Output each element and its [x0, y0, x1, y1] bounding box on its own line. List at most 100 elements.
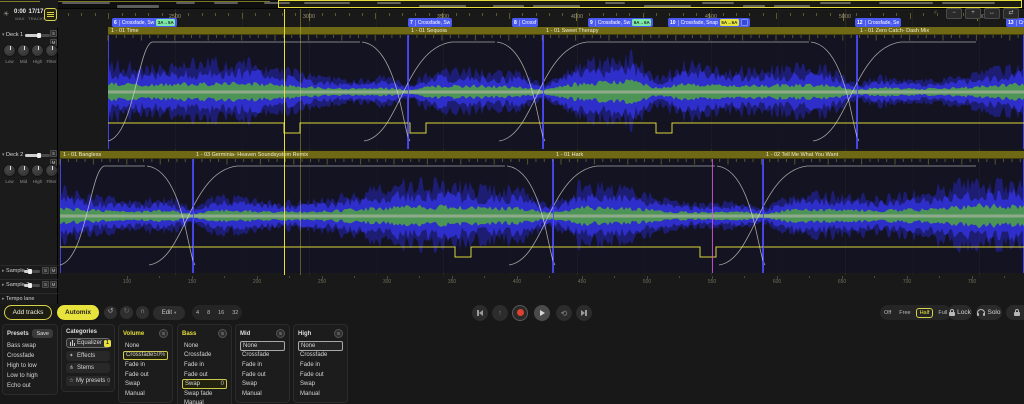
timeline[interactable]: 2500300035004000450050005500100150200250…: [58, 0, 1024, 300]
deck-header[interactable]: ▾ Deck 2: [2, 152, 23, 158]
preset-item[interactable]: Low to high: [7, 371, 53, 381]
transition-option[interactable]: Manual: [298, 389, 343, 399]
loop-button[interactable]: ⟲: [556, 305, 572, 321]
category-item[interactable]: Equalizer 1: [66, 338, 111, 348]
audio-clip[interactable]: [60, 151, 193, 273]
transition-option[interactable]: Swap 0: [182, 379, 227, 389]
transition-marker[interactable]: 13Crossfade, Sw: [1006, 18, 1024, 27]
transition-option[interactable]: Crossfade 50%: [123, 350, 168, 361]
sample-volume-slider[interactable]: [24, 283, 40, 288]
band-solo-button[interactable]: S: [334, 329, 343, 338]
minimap-viewport[interactable]: [278, 0, 1022, 8]
skip-back-button[interactable]: [472, 305, 488, 321]
transition-option[interactable]: Fade in: [298, 360, 343, 370]
transition-option[interactable]: Swap: [123, 379, 168, 389]
clip-title[interactable]: 1 - 01 Hark: [553, 151, 763, 159]
preset-item[interactable]: Echo out: [7, 381, 53, 391]
transition-marker[interactable]: 10 Crossfade, Snap 5A→6A: [668, 18, 750, 27]
category-item[interactable]: ⋔ Stems: [66, 363, 110, 373]
tempo-mode-selector[interactable]: Off Free Half Full: [880, 305, 952, 320]
deck-solo-button[interactable]: S: [50, 30, 57, 37]
tracklist-button[interactable]: [44, 8, 57, 21]
sample-mute-button[interactable]: M: [50, 267, 57, 274]
transition-marker[interactable]: 7 Crossfade, Sw: [408, 18, 453, 27]
lock-button[interactable]: Lock: [948, 305, 972, 320]
audio-clip[interactable]: [553, 151, 763, 273]
play-button[interactable]: [534, 305, 550, 321]
audio-clip[interactable]: [193, 151, 553, 273]
zoom-in-button[interactable]: +: [965, 8, 981, 19]
zoom-out-button[interactable]: −: [946, 8, 962, 19]
transition-option[interactable]: Crossfade: [240, 351, 285, 361]
sample-mute-button[interactable]: M: [50, 281, 57, 288]
add-tracks-button[interactable]: Add tracks: [4, 305, 52, 320]
tempo-mode-option[interactable]: Free: [895, 310, 914, 316]
transition-marker[interactable]: 6 Crossfade, Sw 3A→5A: [112, 18, 178, 27]
clip-title[interactable]: 1 - 02 Tell Me What You Want: [763, 151, 1024, 159]
tempo-mode-option[interactable]: Off: [880, 310, 895, 316]
audio-clip[interactable]: [763, 151, 1024, 273]
transition-option[interactable]: None: [240, 341, 285, 351]
sample-solo-button[interactable]: S: [42, 267, 49, 274]
transition-option[interactable]: Swap fade: [182, 389, 227, 399]
record-button[interactable]: [512, 304, 528, 321]
snap-magnet-button[interactable]: ∩: [136, 306, 149, 319]
audio-clip[interactable]: [108, 27, 408, 149]
knob-low[interactable]: [3, 164, 16, 177]
transition-option[interactable]: None: [298, 341, 343, 351]
knob-mid[interactable]: [17, 164, 30, 177]
jump-to-playhead-button[interactable]: ↑: [492, 305, 508, 321]
band-solo-button[interactable]: S: [218, 329, 227, 338]
sample-volume-slider[interactable]: [24, 269, 40, 274]
zoom-fit-button[interactable]: ↔: [984, 8, 1000, 19]
transition-option[interactable]: Crossfade: [298, 351, 343, 361]
clip-title[interactable]: 1 - 01 Time: [108, 27, 408, 35]
band-solo-button[interactable]: S: [276, 329, 285, 338]
transition-marker[interactable]: 8 Crossf: [512, 18, 539, 27]
deck-solo-button[interactable]: S: [50, 150, 57, 157]
grid-size-option[interactable]: 8: [203, 310, 214, 316]
transition-option[interactable]: Fade in: [182, 360, 227, 370]
transition-option[interactable]: Fade out: [298, 370, 343, 380]
band-solo-button[interactable]: S: [159, 329, 168, 338]
transition-marker[interactable]: 12 Crossfade, Se: [855, 18, 902, 27]
secondary-lock-button[interactable]: [1006, 305, 1024, 320]
tempo-mode-option[interactable]: Half: [915, 307, 934, 318]
transition-option[interactable]: Fade in: [123, 360, 168, 370]
transition-option[interactable]: Fade out: [240, 370, 285, 380]
deck-volume-slider[interactable]: [25, 33, 50, 38]
zoom-selection-button[interactable]: ⇄: [1003, 8, 1019, 19]
sample-solo-button[interactable]: S: [42, 281, 49, 288]
knob-filter[interactable]: [45, 44, 58, 57]
transition-option[interactable]: Manual: [240, 389, 285, 399]
transition-option[interactable]: Swap: [240, 379, 285, 389]
preset-item[interactable]: Bass swap: [7, 341, 53, 351]
grid-size-option[interactable]: 4: [192, 310, 203, 316]
transition-option[interactable]: Swap: [298, 379, 343, 389]
grid-size-selector[interactable]: 4 8 16 32: [192, 305, 243, 320]
category-item[interactable]: ☆ My presets 0: [66, 375, 110, 386]
skip-forward-button[interactable]: [576, 305, 592, 321]
clip-title[interactable]: 1 - 01 Sweet Therapy: [543, 27, 857, 35]
category-item[interactable]: ✦ Effects: [66, 350, 110, 361]
clip-title[interactable]: 1 - 01 Bangless: [60, 151, 193, 159]
audio-clip[interactable]: [408, 27, 543, 149]
undo-button[interactable]: ↺: [104, 306, 117, 319]
transition-option[interactable]: None: [123, 341, 168, 351]
preset-item[interactable]: High to low: [7, 361, 53, 371]
transition-option[interactable]: Fade out: [123, 370, 168, 380]
knob-mid[interactable]: [17, 44, 30, 57]
transition-option[interactable]: Fade out: [182, 370, 227, 380]
transition-option[interactable]: Fade in: [240, 360, 285, 370]
transition-marker[interactable]: 9 Crossfade, Sw 6A→6A: [588, 18, 654, 27]
audio-clip[interactable]: [543, 27, 857, 149]
knob-low[interactable]: [3, 44, 16, 57]
transition-option[interactable]: Crossfade: [182, 351, 227, 361]
transition-option[interactable]: Manual: [182, 399, 227, 404]
audio-clip[interactable]: [857, 27, 1024, 149]
auto-mode-icon[interactable]: ☀: [3, 10, 9, 18]
automix-button[interactable]: Automix: [57, 305, 99, 320]
clip-title[interactable]: 1 - 01 Zero Catch- Dash Mix: [857, 27, 1024, 35]
grid-size-option[interactable]: 32: [228, 310, 242, 316]
transition-option[interactable]: Manual: [123, 389, 168, 399]
